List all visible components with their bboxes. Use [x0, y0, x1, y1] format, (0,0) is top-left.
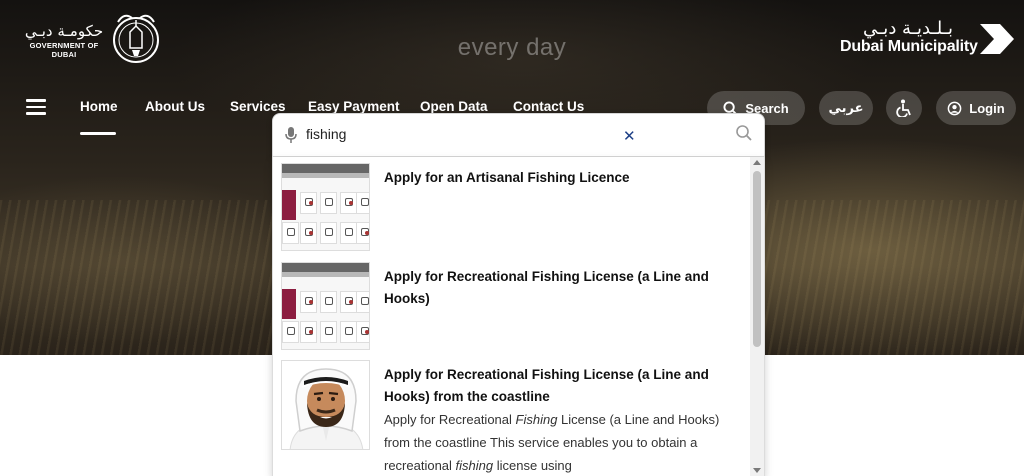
result-title[interactable]: Apply for an Artisanal Fishing Licence	[384, 167, 744, 189]
nav-item-about-us[interactable]: About Us	[145, 99, 205, 114]
search-panel: fishing ✕	[272, 113, 765, 157]
gov-logo-english-text: GOVERNMENT OF DUBAI	[29, 41, 99, 59]
search-input[interactable]: fishing	[306, 126, 346, 142]
wheelchair-icon	[896, 99, 911, 117]
search-result-item[interactable]: Apply for Recreational Fishing License (…	[281, 262, 751, 354]
nav-active-underline	[80, 132, 116, 135]
search-submit-icon[interactable]	[735, 124, 753, 142]
user-circle-icon	[947, 101, 962, 115]
nav-item-open-data[interactable]: Open Data	[420, 99, 488, 114]
result-title[interactable]: Apply for Recreational Fishing License (…	[384, 364, 744, 408]
login-button-label: Login	[969, 100, 1005, 116]
result-description: Apply for Recreational Fishing License (…	[384, 412, 720, 473]
microphone-icon[interactable]	[284, 126, 298, 144]
scrollbar-thumb[interactable]	[753, 171, 761, 347]
language-toggle-button[interactable]: عربي	[819, 91, 873, 125]
accessibility-button[interactable]	[886, 91, 922, 125]
nav-item-contact-us[interactable]: Contact Us	[513, 99, 584, 114]
gov-logo-arabic-text: حكومـة دبـي	[24, 22, 104, 40]
search-results-dropdown: Apply for an Artisanal Fishing Licence A…	[272, 157, 765, 476]
clear-search-icon[interactable]: ✕	[623, 129, 636, 144]
dm-logo-arabic-text: بـلـديـة دبـي	[863, 18, 953, 39]
scroll-down-arrow-icon[interactable]	[753, 468, 761, 473]
search-result-item[interactable]: Apply for Recreational Fishing License (…	[281, 360, 751, 476]
hamburger-menu-icon[interactable]	[26, 99, 46, 115]
nav-item-home[interactable]: Home	[80, 99, 118, 114]
search-result-item[interactable]: Apply for an Artisanal Fishing Licence	[281, 163, 751, 255]
dm-logo-english-text: Dubai Municipality	[840, 38, 978, 55]
nav-item-easy-payment[interactable]: Easy Payment	[308, 99, 400, 114]
result-title[interactable]: Apply for Recreational Fishing License (…	[384, 266, 744, 310]
login-button[interactable]: Login	[936, 91, 1016, 125]
result-thumbnail	[281, 262, 370, 350]
results-scrollbar[interactable]	[750, 157, 764, 476]
dubai-emblem-icon	[113, 14, 159, 63]
nav-item-services[interactable]: Services	[230, 99, 286, 114]
emirati-man-avatar-icon	[289, 368, 364, 449]
scroll-up-arrow-icon[interactable]	[753, 160, 761, 165]
result-thumbnail	[281, 360, 370, 450]
dm-arrow-mark-icon	[980, 24, 1014, 54]
result-thumbnail	[281, 163, 370, 251]
